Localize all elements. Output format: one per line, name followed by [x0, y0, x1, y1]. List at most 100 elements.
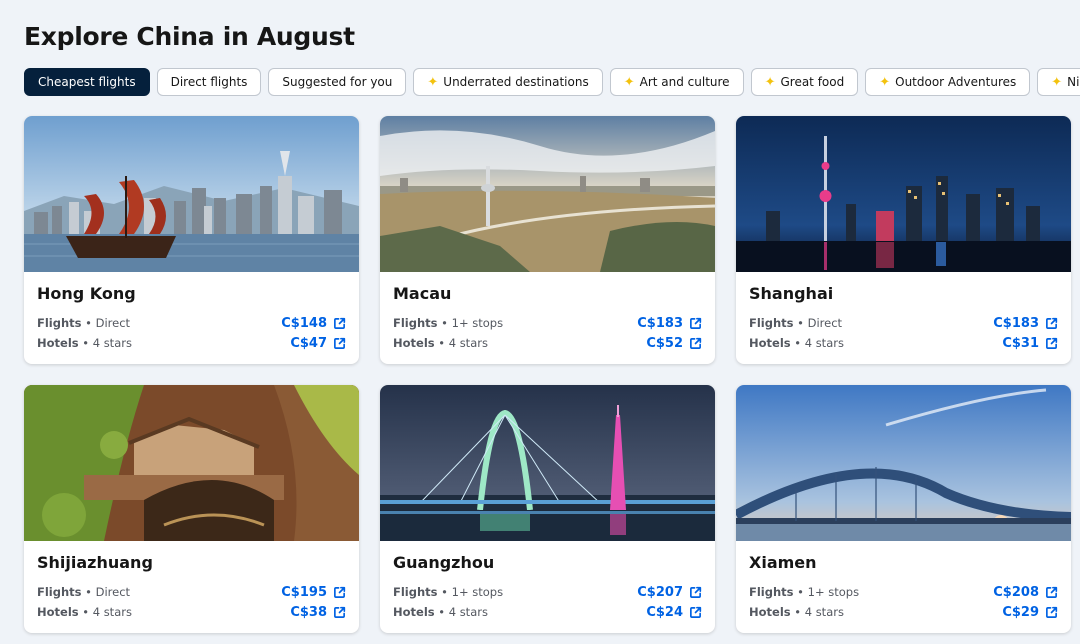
hotels-label: Hotels [393, 605, 435, 619]
flights-price: C$183 [637, 315, 683, 331]
destination-card-macau[interactable]: Macau Flights • 1+ stops C$183 Hotels • … [380, 116, 715, 364]
hotels-detail: 4 stars [92, 605, 132, 619]
macau-image [380, 116, 715, 272]
chip-label: Art and culture [639, 75, 730, 89]
external-link-icon [333, 586, 346, 599]
flights-detail: 1+ stops [451, 316, 504, 330]
city-name: Xiamen [749, 553, 817, 572]
filter-chip-outdoor-adventures[interactable]: ✦ Outdoor Adventures [865, 68, 1031, 96]
flights-price-link[interactable]: C$148 [281, 316, 346, 331]
hotels-detail: 4 stars [804, 605, 844, 619]
flights-detail: 1+ stops [451, 585, 504, 599]
external-link-icon [1045, 317, 1058, 330]
separator: • [81, 316, 96, 330]
shijiazhuang-image [24, 385, 359, 541]
hotels-info: Hotels • 4 stars [37, 605, 132, 619]
separator: • [434, 605, 449, 619]
hotels-detail: 4 stars [448, 605, 488, 619]
xiamen-image [736, 385, 1071, 541]
flights-price: C$208 [993, 584, 1039, 600]
flights-price-link[interactable]: C$208 [993, 585, 1058, 600]
flights-detail: Direct [807, 316, 843, 330]
separator: • [790, 336, 805, 350]
hotels-price-link[interactable]: C$38 [290, 605, 346, 620]
filter-chip-nightlife[interactable]: ✦ Nightlife and e [1037, 68, 1080, 96]
hotels-price-link[interactable]: C$31 [1002, 336, 1058, 351]
city-name: Shanghai [749, 284, 834, 303]
sparkle-icon: ✦ [764, 74, 776, 90]
hotels-label: Hotels [393, 336, 435, 350]
filter-chip-direct-flights[interactable]: Direct flights [156, 68, 262, 96]
external-link-icon [689, 337, 702, 350]
chip-label: Outdoor Adventures [895, 75, 1017, 89]
flights-label: Flights [393, 585, 438, 599]
flights-price: C$195 [281, 584, 327, 600]
hotels-label: Hotels [37, 336, 79, 350]
guangzhou-image [380, 385, 715, 541]
hotels-price-link[interactable]: C$24 [646, 605, 702, 620]
external-link-icon [1045, 606, 1058, 619]
city-name: Macau [393, 284, 452, 303]
flights-price-link[interactable]: C$183 [637, 316, 702, 331]
flights-info: Flights • Direct [37, 585, 130, 599]
chip-label: Direct flights [170, 75, 248, 89]
flights-info: Flights • Direct [749, 316, 842, 330]
filter-chip-great-food[interactable]: ✦ Great food [750, 68, 859, 96]
hotels-price: C$31 [1002, 335, 1039, 351]
filter-chip-suggested-for-you[interactable]: Suggested for you [268, 68, 407, 96]
flights-info: Flights • 1+ stops [749, 585, 859, 599]
chip-label: Great food [780, 75, 845, 89]
chip-label: Suggested for you [282, 75, 393, 89]
filter-chips: Cheapest flights Direct flights Suggeste… [24, 68, 1080, 96]
flights-price-link[interactable]: C$207 [637, 585, 702, 600]
sparkle-icon: ✦ [1051, 74, 1063, 90]
separator: • [793, 316, 808, 330]
hotels-detail: 4 stars [804, 336, 844, 350]
flights-info: Flights • 1+ stops [393, 585, 503, 599]
hotels-price-link[interactable]: C$52 [646, 336, 702, 351]
city-name: Guangzhou [393, 553, 495, 572]
filter-chip-art-and-culture[interactable]: ✦ Art and culture [609, 68, 744, 96]
shanghai-image [736, 116, 1071, 272]
hotels-label: Hotels [749, 336, 791, 350]
chip-label: Cheapest flights [38, 75, 136, 89]
separator: • [790, 605, 805, 619]
flights-label: Flights [37, 316, 82, 330]
separator: • [78, 605, 93, 619]
hotels-label: Hotels [749, 605, 791, 619]
destination-card-shanghai[interactable]: Shanghai Flights • Direct C$183 Hotels •… [736, 116, 1071, 364]
destination-grid: Hong Kong Flights • Direct C$148 Hotels … [24, 116, 1071, 633]
external-link-icon [333, 317, 346, 330]
hotels-info: Hotels • 4 stars [393, 605, 488, 619]
external-link-icon [689, 317, 702, 330]
destination-card-xiamen[interactable]: Xiamen Flights • 1+ stops C$208 Hotels •… [736, 385, 1071, 633]
flights-info: Flights • 1+ stops [393, 316, 503, 330]
external-link-icon [1045, 586, 1058, 599]
chip-label: Nightlife and e [1067, 75, 1080, 89]
flights-detail: 1+ stops [807, 585, 860, 599]
flights-detail: Direct [95, 316, 131, 330]
sparkle-icon: ✦ [623, 74, 635, 90]
flights-price-link[interactable]: C$195 [281, 585, 346, 600]
destination-card-shijiazhuang[interactable]: Shijiazhuang Flights • Direct C$195 Hote… [24, 385, 359, 633]
sparkle-icon: ✦ [427, 74, 439, 90]
page-title: Explore China in August [24, 22, 355, 51]
flights-label: Flights [37, 585, 82, 599]
flights-label: Flights [749, 316, 794, 330]
hotels-price: C$29 [1002, 604, 1039, 620]
hotels-detail: 4 stars [448, 336, 488, 350]
external-link-icon [333, 606, 346, 619]
filter-chip-underrated-destinations[interactable]: ✦ Underrated destinations [413, 68, 603, 96]
hotels-price-link[interactable]: C$29 [1002, 605, 1058, 620]
flights-detail: Direct [95, 585, 131, 599]
hotels-price-link[interactable]: C$47 [290, 336, 346, 351]
external-link-icon [333, 337, 346, 350]
hotels-info: Hotels • 4 stars [749, 336, 844, 350]
filter-chip-cheapest-flights[interactable]: Cheapest flights [24, 68, 150, 96]
destination-card-guangzhou[interactable]: Guangzhou Flights • 1+ stops C$207 Hotel… [380, 385, 715, 633]
flights-price-link[interactable]: C$183 [993, 316, 1058, 331]
separator: • [437, 585, 452, 599]
flights-label: Flights [393, 316, 438, 330]
flights-price: C$207 [637, 584, 683, 600]
destination-card-hong-kong[interactable]: Hong Kong Flights • Direct C$148 Hotels … [24, 116, 359, 364]
